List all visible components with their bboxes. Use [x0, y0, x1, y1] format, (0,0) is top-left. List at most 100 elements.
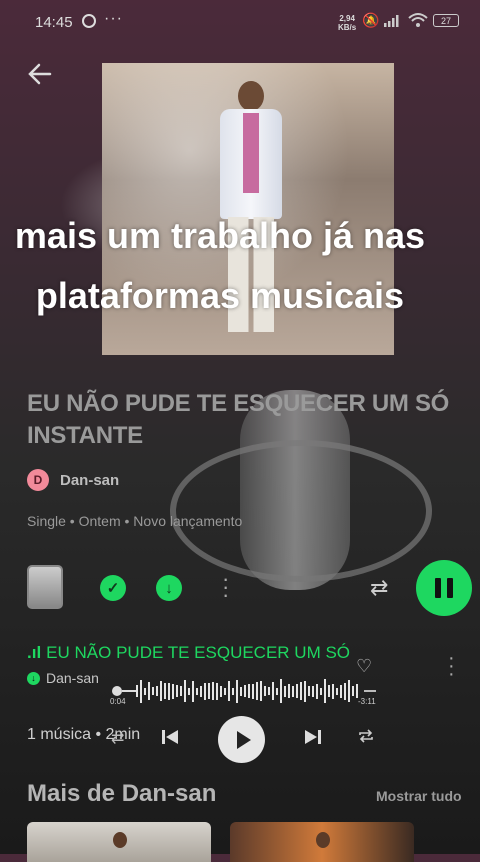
- previous-icon[interactable]: [160, 727, 180, 747]
- waveform-bar: [140, 679, 142, 703]
- waveform-bar: [324, 679, 326, 703]
- waveform-bar: [304, 680, 306, 702]
- whatsapp-icon: [82, 14, 96, 28]
- play-button[interactable]: [218, 716, 265, 763]
- more-from-artist-heading: Mais de Dan-san: [27, 780, 217, 807]
- track-more-icon[interactable]: · · ·: [448, 648, 455, 684]
- waveform-bar: [244, 685, 246, 697]
- waveform-bar: [184, 680, 186, 702]
- waveform-bar: [228, 681, 230, 701]
- battery-icon: 27: [433, 14, 459, 27]
- waveform-bar: [260, 681, 262, 701]
- waveform-bar: [332, 683, 334, 699]
- progress-handle[interactable]: [112, 686, 122, 696]
- waveform-bar: [256, 682, 258, 700]
- network-speed-value: 2,94: [339, 14, 355, 23]
- pause-icon: [432, 578, 456, 598]
- waveform-bar: [156, 686, 158, 696]
- track-artist: Dan-san: [46, 670, 99, 686]
- more-icon[interactable]: · · ·: [222, 568, 229, 606]
- album-card[interactable]: [230, 822, 414, 862]
- waveform-bar: [340, 684, 342, 698]
- waveform-bar: [220, 685, 222, 697]
- downloaded-icon: ↓: [27, 671, 40, 685]
- waveform-bar: [316, 683, 318, 699]
- track-title-row[interactable]: .ıl EU NÃO PUDE TE ESQUECER UM SÓ INSTANT…: [27, 643, 352, 663]
- repeat-icon[interactable]: [357, 727, 375, 745]
- waveform-bar: [192, 680, 194, 702]
- track-artist-row: ↓ Dan-san: [27, 670, 99, 686]
- artist-name[interactable]: Dan-san: [60, 472, 119, 489]
- show-all-link[interactable]: Mostrar tudo: [376, 788, 462, 804]
- cover-thumbnail-button[interactable]: [27, 565, 63, 609]
- shuffle-icon[interactable]: ⇄: [370, 575, 388, 601]
- waveform-bar: [308, 686, 310, 696]
- elapsed-time: 0:04: [110, 697, 126, 706]
- waveform-bar: [312, 685, 314, 697]
- status-more-dots: ···: [104, 10, 123, 27]
- waveform-bar: [188, 687, 190, 695]
- artist-row[interactable]: D Dan-san: [27, 468, 119, 492]
- play-icon: [236, 730, 251, 749]
- network-speed: 2,94 KB/s: [338, 14, 356, 32]
- release-title: EU NÃO PUDE TE ESQUECER UM SÓ INSTANTE: [27, 390, 450, 449]
- waveform-bar: [240, 686, 242, 696]
- next-icon[interactable]: [303, 727, 323, 747]
- waveform-bar: [352, 686, 354, 696]
- waveform-bar: [328, 685, 330, 697]
- waveform-progress-bar[interactable]: [110, 676, 380, 706]
- waveform-bar: [148, 682, 150, 700]
- waveform-bar: [172, 683, 174, 699]
- waveform-bar: [216, 682, 218, 700]
- waveform-bar: [144, 687, 146, 695]
- artist-avatar: D: [27, 469, 49, 491]
- waveform-bar: [268, 687, 270, 695]
- waveform-bar: [200, 685, 202, 697]
- download-icon[interactable]: ↓: [156, 575, 182, 601]
- waveform-bar: [196, 687, 198, 695]
- signal-icon: [384, 15, 399, 27]
- back-arrow-icon[interactable]: [26, 60, 54, 88]
- network-speed-unit: KB/s: [338, 23, 357, 32]
- waveform-bar: [280, 679, 282, 703]
- waveform-bar: [300, 682, 302, 700]
- mute-icon: 🔕: [362, 12, 380, 28]
- shuffle-small-icon[interactable]: ⇄: [111, 728, 124, 748]
- waveform-bar: [160, 681, 162, 701]
- album-card[interactable]: [27, 822, 211, 862]
- waveform-bar: [232, 687, 234, 695]
- waveform-bar: [292, 685, 294, 697]
- overlay-caption: mais um trabalho já nas plataformas musi…: [14, 215, 426, 316]
- heart-icon[interactable]: ♡: [356, 656, 372, 677]
- waveform-bar: [168, 682, 170, 700]
- waveform-bar: [136, 685, 138, 697]
- remaining-time: -3:11: [358, 697, 376, 706]
- waveform-bar: [320, 687, 322, 695]
- release-meta: Single • Ontem • Novo lançamento: [27, 513, 243, 529]
- waveform-bar: [336, 687, 338, 695]
- status-time: 14:45: [35, 14, 73, 31]
- waveform-bar: [208, 683, 210, 699]
- waveform-bar: [180, 686, 182, 696]
- waveform-bar: [152, 687, 154, 695]
- track-title: EU NÃO PUDE TE ESQUECER UM SÓ INSTANTE: [46, 643, 352, 662]
- waveform-bar: [276, 687, 278, 695]
- waveform-bar: [296, 684, 298, 698]
- waveform-bar: [252, 683, 254, 699]
- waveform-bar: [236, 679, 238, 703]
- waveform-bar: [164, 683, 166, 699]
- waveform-bar: [344, 682, 346, 700]
- waveform-bar: [204, 682, 206, 700]
- waveform-bar: [212, 682, 214, 700]
- pause-button[interactable]: [416, 560, 472, 616]
- waveform-bar: [288, 684, 290, 698]
- waveform-bar: [248, 684, 250, 698]
- check-icon[interactable]: ✓: [100, 575, 126, 601]
- waveform-bar: [284, 685, 286, 697]
- now-playing-icon: .ıl: [27, 643, 42, 662]
- waveform-bar: [224, 687, 226, 695]
- waveform-bar: [176, 685, 178, 697]
- waveform-bar: [272, 682, 274, 700]
- waveform-bar: [264, 686, 266, 696]
- waveform-bar: [356, 684, 358, 698]
